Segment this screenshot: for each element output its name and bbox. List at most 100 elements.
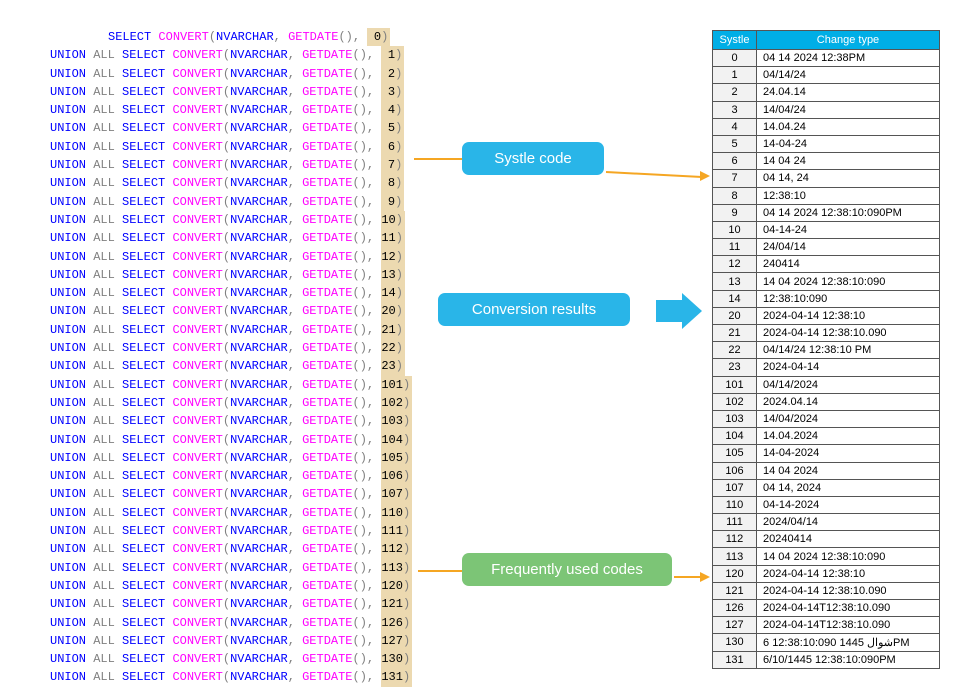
cell-value: 14.04.2024	[757, 428, 940, 445]
cell-systle: 21	[713, 325, 757, 342]
cell-value: 12:38:10:090	[757, 290, 940, 307]
table-row: 1124/04/14	[713, 239, 940, 256]
cell-value: 14 04 2024 12:38:10:090	[757, 548, 940, 565]
cell-value: 04 14 2024 12:38PM	[757, 50, 940, 67]
cell-systle: 126	[713, 600, 757, 617]
code-line: UNION ALL SELECT CONVERT(NVARCHAR, GETDA…	[50, 614, 410, 632]
code-line: UNION ALL SELECT CONVERT(NVARCHAR, GETDA…	[50, 412, 410, 430]
cell-systle: 2	[713, 84, 757, 101]
cell-systle: 8	[713, 187, 757, 204]
cell-value: 14-04-2024	[757, 445, 940, 462]
code-line: UNION ALL SELECT CONVERT(NVARCHAR, GETDA…	[50, 485, 410, 503]
code-line: UNION ALL SELECT CONVERT(NVARCHAR, GETDA…	[50, 522, 410, 540]
table-row: 414.04.24	[713, 118, 940, 135]
cell-value: 6 شوال 1445 12:38:10:090PM	[757, 634, 940, 651]
cell-systle: 120	[713, 565, 757, 582]
cell-systle: 111	[713, 514, 757, 531]
cell-systle: 12	[713, 256, 757, 273]
cell-value: 14.04.24	[757, 118, 940, 135]
code-line: UNION ALL SELECT CONVERT(NVARCHAR, GETDA…	[50, 595, 410, 613]
table-row: 202024-04-14 12:38:10	[713, 307, 940, 324]
code-line: UNION ALL SELECT CONVERT(NVARCHAR, GETDA…	[50, 357, 410, 375]
code-line: UNION ALL SELECT CONVERT(NVARCHAR, GETDA…	[50, 65, 410, 83]
table-row: 004 14 2024 12:38PM	[713, 50, 940, 67]
code-line: UNION ALL SELECT CONVERT(NVARCHAR, GETDA…	[50, 193, 410, 211]
code-line: UNION ALL SELECT CONVERT(NVARCHAR, GETDA…	[50, 174, 410, 192]
cell-systle: 102	[713, 393, 757, 410]
table-row: 1306 شوال 1445 12:38:10:090PM	[713, 634, 940, 651]
cell-value: 20240414	[757, 531, 940, 548]
cell-value: 2024-04-14 12:38:10	[757, 307, 940, 324]
table-row: 1112024/04/14	[713, 514, 940, 531]
code-line: UNION ALL SELECT CONVERT(NVARCHAR, GETDA…	[50, 632, 410, 650]
frequently-used-label: Frequently used codes	[462, 553, 672, 586]
code-line: UNION ALL SELECT CONVERT(NVARCHAR, GETDA…	[50, 101, 410, 119]
code-line: UNION ALL SELECT CONVERT(NVARCHAR, GETDA…	[50, 229, 410, 247]
table-row: 1272024-04-14T12:38:10.090	[713, 617, 940, 634]
code-line: UNION ALL SELECT CONVERT(NVARCHAR, GETDA…	[50, 650, 410, 668]
table-row: 10314/04/2024	[713, 410, 940, 427]
code-line: UNION ALL SELECT CONVERT(NVARCHAR, GETDA…	[50, 559, 410, 577]
cell-systle: 7	[713, 170, 757, 187]
cell-systle: 4	[713, 118, 757, 135]
arrow-line-left-1	[414, 158, 462, 160]
arrow-line-left-2	[418, 570, 462, 572]
cell-systle: 22	[713, 342, 757, 359]
code-line: UNION ALL SELECT CONVERT(NVARCHAR, GETDA…	[50, 156, 410, 174]
cell-value: 04-14-24	[757, 221, 940, 238]
arrow-line-right-1	[606, 171, 702, 178]
cell-value: 14-04-24	[757, 135, 940, 152]
cell-systle: 0	[713, 50, 757, 67]
cell-systle: 106	[713, 462, 757, 479]
cell-value: 24/04/14	[757, 239, 940, 256]
cell-systle: 113	[713, 548, 757, 565]
sql-code-block: SELECT CONVERT(NVARCHAR, GETDATE(), 0) UN…	[50, 28, 410, 687]
cell-systle: 20	[713, 307, 757, 324]
cell-systle: 10	[713, 221, 757, 238]
cell-value: 2024-04-14T12:38:10.090	[757, 600, 940, 617]
cell-systle: 103	[713, 410, 757, 427]
code-line: UNION ALL SELECT CONVERT(NVARCHAR, GETDA…	[50, 83, 410, 101]
table-row: 232024-04-14	[713, 359, 940, 376]
table-row: 10614 04 2024	[713, 462, 940, 479]
cell-systle: 1	[713, 67, 757, 84]
table-row: 1314 04 2024 12:38:10:090	[713, 273, 940, 290]
cell-value: 2024-04-14T12:38:10.090	[757, 617, 940, 634]
table-row: 12240414	[713, 256, 940, 273]
systle-code-label: Systle code	[462, 142, 604, 175]
cell-value: 2024-04-14 12:38:10	[757, 565, 940, 582]
table-row: 514-04-24	[713, 135, 940, 152]
cell-value: 04 14 2024 12:38:10:090PM	[757, 204, 940, 221]
code-line: UNION ALL SELECT CONVERT(NVARCHAR, GETDA…	[50, 266, 410, 284]
cell-systle: 13	[713, 273, 757, 290]
table-row: 1262024-04-14T12:38:10.090	[713, 600, 940, 617]
cell-systle: 130	[713, 634, 757, 651]
table-row: 1212024-04-14 12:38:10.090	[713, 582, 940, 599]
code-line: SELECT CONVERT(NVARCHAR, GETDATE(), 0)	[50, 28, 410, 46]
cell-value: 6/10/1445 12:38:10:090PM	[757, 651, 940, 668]
cell-value: 04 14, 2024	[757, 479, 940, 496]
cell-value: 04/14/24 12:38:10 PM	[757, 342, 940, 359]
table-row: 904 14 2024 12:38:10:090PM	[713, 204, 940, 221]
cell-systle: 14	[713, 290, 757, 307]
arrow-head-1	[700, 171, 710, 181]
cell-value: 24.04.14	[757, 84, 940, 101]
cell-systle: 23	[713, 359, 757, 376]
code-line: UNION ALL SELECT CONVERT(NVARCHAR, GETDA…	[50, 339, 410, 357]
cell-systle: 110	[713, 496, 757, 513]
cell-value: 14 04 2024	[757, 462, 940, 479]
table-row: 11314 04 2024 12:38:10:090	[713, 548, 940, 565]
header-change-type: Change type	[757, 31, 940, 50]
table-row: 1412:38:10:090	[713, 290, 940, 307]
table-row: 10414.04.2024	[713, 428, 940, 445]
cell-systle: 105	[713, 445, 757, 462]
cell-systle: 101	[713, 376, 757, 393]
table-row: 10704 14, 2024	[713, 479, 940, 496]
arrow-line-right-2	[674, 576, 702, 578]
cell-systle: 3	[713, 101, 757, 118]
code-line: UNION ALL SELECT CONVERT(NVARCHAR, GETDA…	[50, 376, 410, 394]
table-row: 1202024-04-14 12:38:10	[713, 565, 940, 582]
code-line: UNION ALL SELECT CONVERT(NVARCHAR, GETDA…	[50, 302, 410, 320]
table-row: 11004-14-2024	[713, 496, 940, 513]
table-row: 1022024.04.14	[713, 393, 940, 410]
